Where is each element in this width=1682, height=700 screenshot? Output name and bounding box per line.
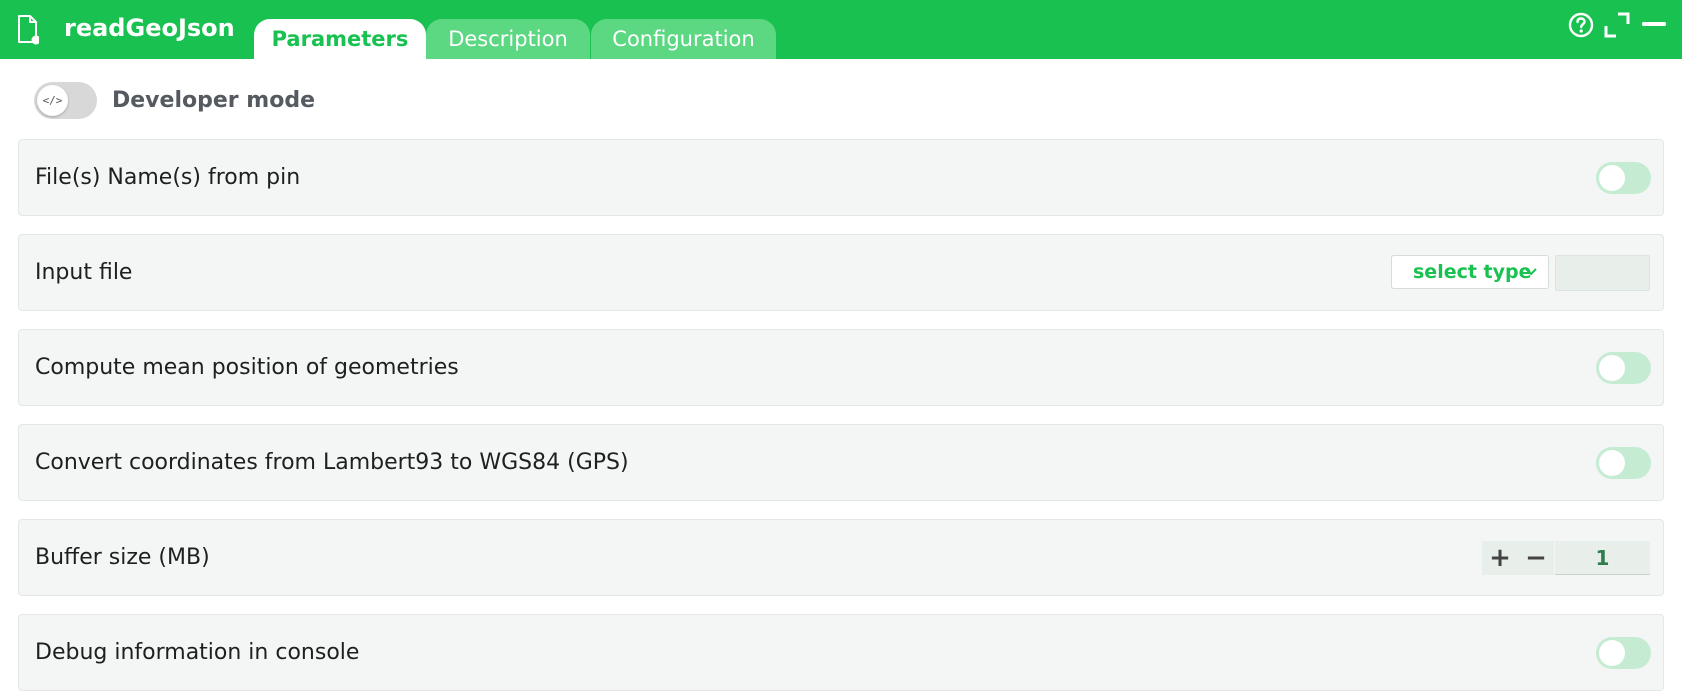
param-row-input-file: Input file select type: [18, 234, 1664, 311]
select-type-label: select type: [1413, 261, 1532, 283]
param-label: Debug information in console: [35, 640, 360, 665]
param-row-debug: Debug information in console: [18, 614, 1664, 691]
tab-description[interactable]: Description: [426, 19, 590, 59]
help-icon[interactable]: [1567, 11, 1595, 39]
tab-configuration[interactable]: Configuration: [591, 19, 776, 59]
convert-coordinates-toggle[interactable]: [1596, 447, 1651, 479]
minimize-icon[interactable]: [1640, 11, 1668, 39]
developer-mode-label: Developer mode: [112, 88, 315, 113]
toggle-knob: [1599, 355, 1625, 381]
compute-mean-toggle[interactable]: [1596, 352, 1651, 384]
param-label: Compute mean position of geometries: [35, 355, 459, 380]
app-title: readGeoJson: [64, 14, 235, 42]
decrement-button[interactable]: −: [1518, 541, 1554, 575]
tab-parameters[interactable]: Parameters: [254, 19, 426, 59]
chevron-down-icon: [1525, 268, 1537, 276]
select-type-dropdown[interactable]: select type: [1391, 255, 1549, 289]
debug-toggle[interactable]: [1596, 637, 1651, 669]
code-icon: </>: [37, 85, 68, 116]
param-row-convert-coordinates: Convert coordinates from Lambert93 to WG…: [18, 424, 1664, 501]
toggle-knob: [1599, 450, 1625, 476]
input-file-field[interactable]: [1555, 255, 1650, 291]
toggle-knob: [1599, 165, 1625, 191]
param-row-files-from-pin: File(s) Name(s) from pin: [18, 139, 1664, 216]
param-row-compute-mean: Compute mean position of geometries: [18, 329, 1664, 406]
increment-button[interactable]: +: [1482, 541, 1518, 575]
files-from-pin-toggle[interactable]: [1596, 162, 1651, 194]
file-icon: [18, 15, 39, 45]
param-row-buffer-size: Buffer size (MB) + − 1: [18, 519, 1664, 596]
expand-icon[interactable]: [1603, 11, 1631, 39]
param-label: Buffer size (MB): [35, 545, 210, 570]
param-label: Convert coordinates from Lambert93 to WG…: [35, 450, 629, 475]
app-header: readGeoJson Parameters Description Confi…: [0, 0, 1682, 59]
param-label: Input file: [35, 260, 133, 285]
param-label: File(s) Name(s) from pin: [35, 165, 301, 190]
buffer-size-input[interactable]: 1: [1555, 541, 1650, 575]
developer-mode-toggle[interactable]: </>: [34, 82, 97, 119]
toggle-knob: [1599, 640, 1625, 666]
